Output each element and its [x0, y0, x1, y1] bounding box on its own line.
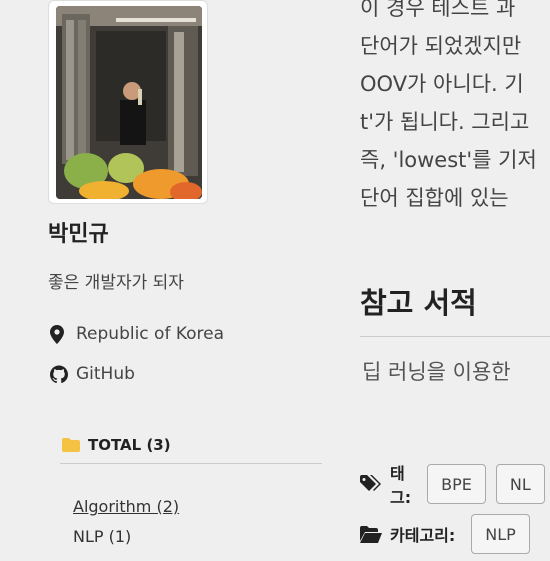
category-pill[interactable]: NLP	[471, 514, 530, 554]
avatar-frame	[48, 0, 208, 204]
tags-label: 태그:	[390, 464, 412, 507]
heading-divider	[360, 336, 550, 337]
category-item-algorithm[interactable]: Algorithm (2)	[73, 497, 179, 516]
profile-location: Republic of Korea	[50, 324, 224, 344]
sidebar-divider	[60, 463, 322, 464]
article-line: 단어가 되었겠지만	[360, 34, 522, 58]
category-item-nlp[interactable]: NLP (1)	[73, 527, 131, 546]
avatar-photo	[56, 6, 202, 199]
total-label: TOTAL (3)	[88, 436, 171, 454]
category-total[interactable]: TOTAL (3)	[62, 436, 171, 454]
categories-label: 카테고리:	[390, 526, 456, 545]
location-label: Republic of Korea	[76, 324, 225, 344]
tags-row: 태그: BPE NL	[360, 460, 550, 508]
tags-icon	[360, 473, 384, 495]
profile-bio: 좋은 개발자가 되자	[48, 273, 184, 293]
article-line: t'가 됩니다. 그리고	[360, 110, 530, 134]
folder-open-icon	[360, 523, 384, 545]
tag-pill[interactable]: NL	[495, 464, 545, 504]
article-line: OOV가 아니다. 기	[360, 72, 524, 96]
reference-text: 딥 러닝을 이용한	[362, 360, 511, 384]
github-label: GitHub	[76, 364, 135, 384]
location-pin-icon	[50, 324, 68, 344]
article-line: 즉, 'lowest'를 기저	[360, 148, 537, 172]
profile-github-link[interactable]: GitHub	[50, 364, 135, 384]
avatar	[56, 6, 202, 199]
github-icon	[50, 364, 68, 384]
references-heading: 참고 서적	[360, 286, 477, 320]
article-line: 단어 집합에 있는	[360, 186, 509, 210]
profile-name: 박민규	[48, 222, 109, 247]
folder-icon	[62, 438, 80, 452]
categories-row: 카테고리: NLP	[360, 514, 540, 554]
tag-pill[interactable]: BPE	[427, 464, 486, 504]
article-line: 이 경우 테스트 과	[360, 0, 516, 20]
